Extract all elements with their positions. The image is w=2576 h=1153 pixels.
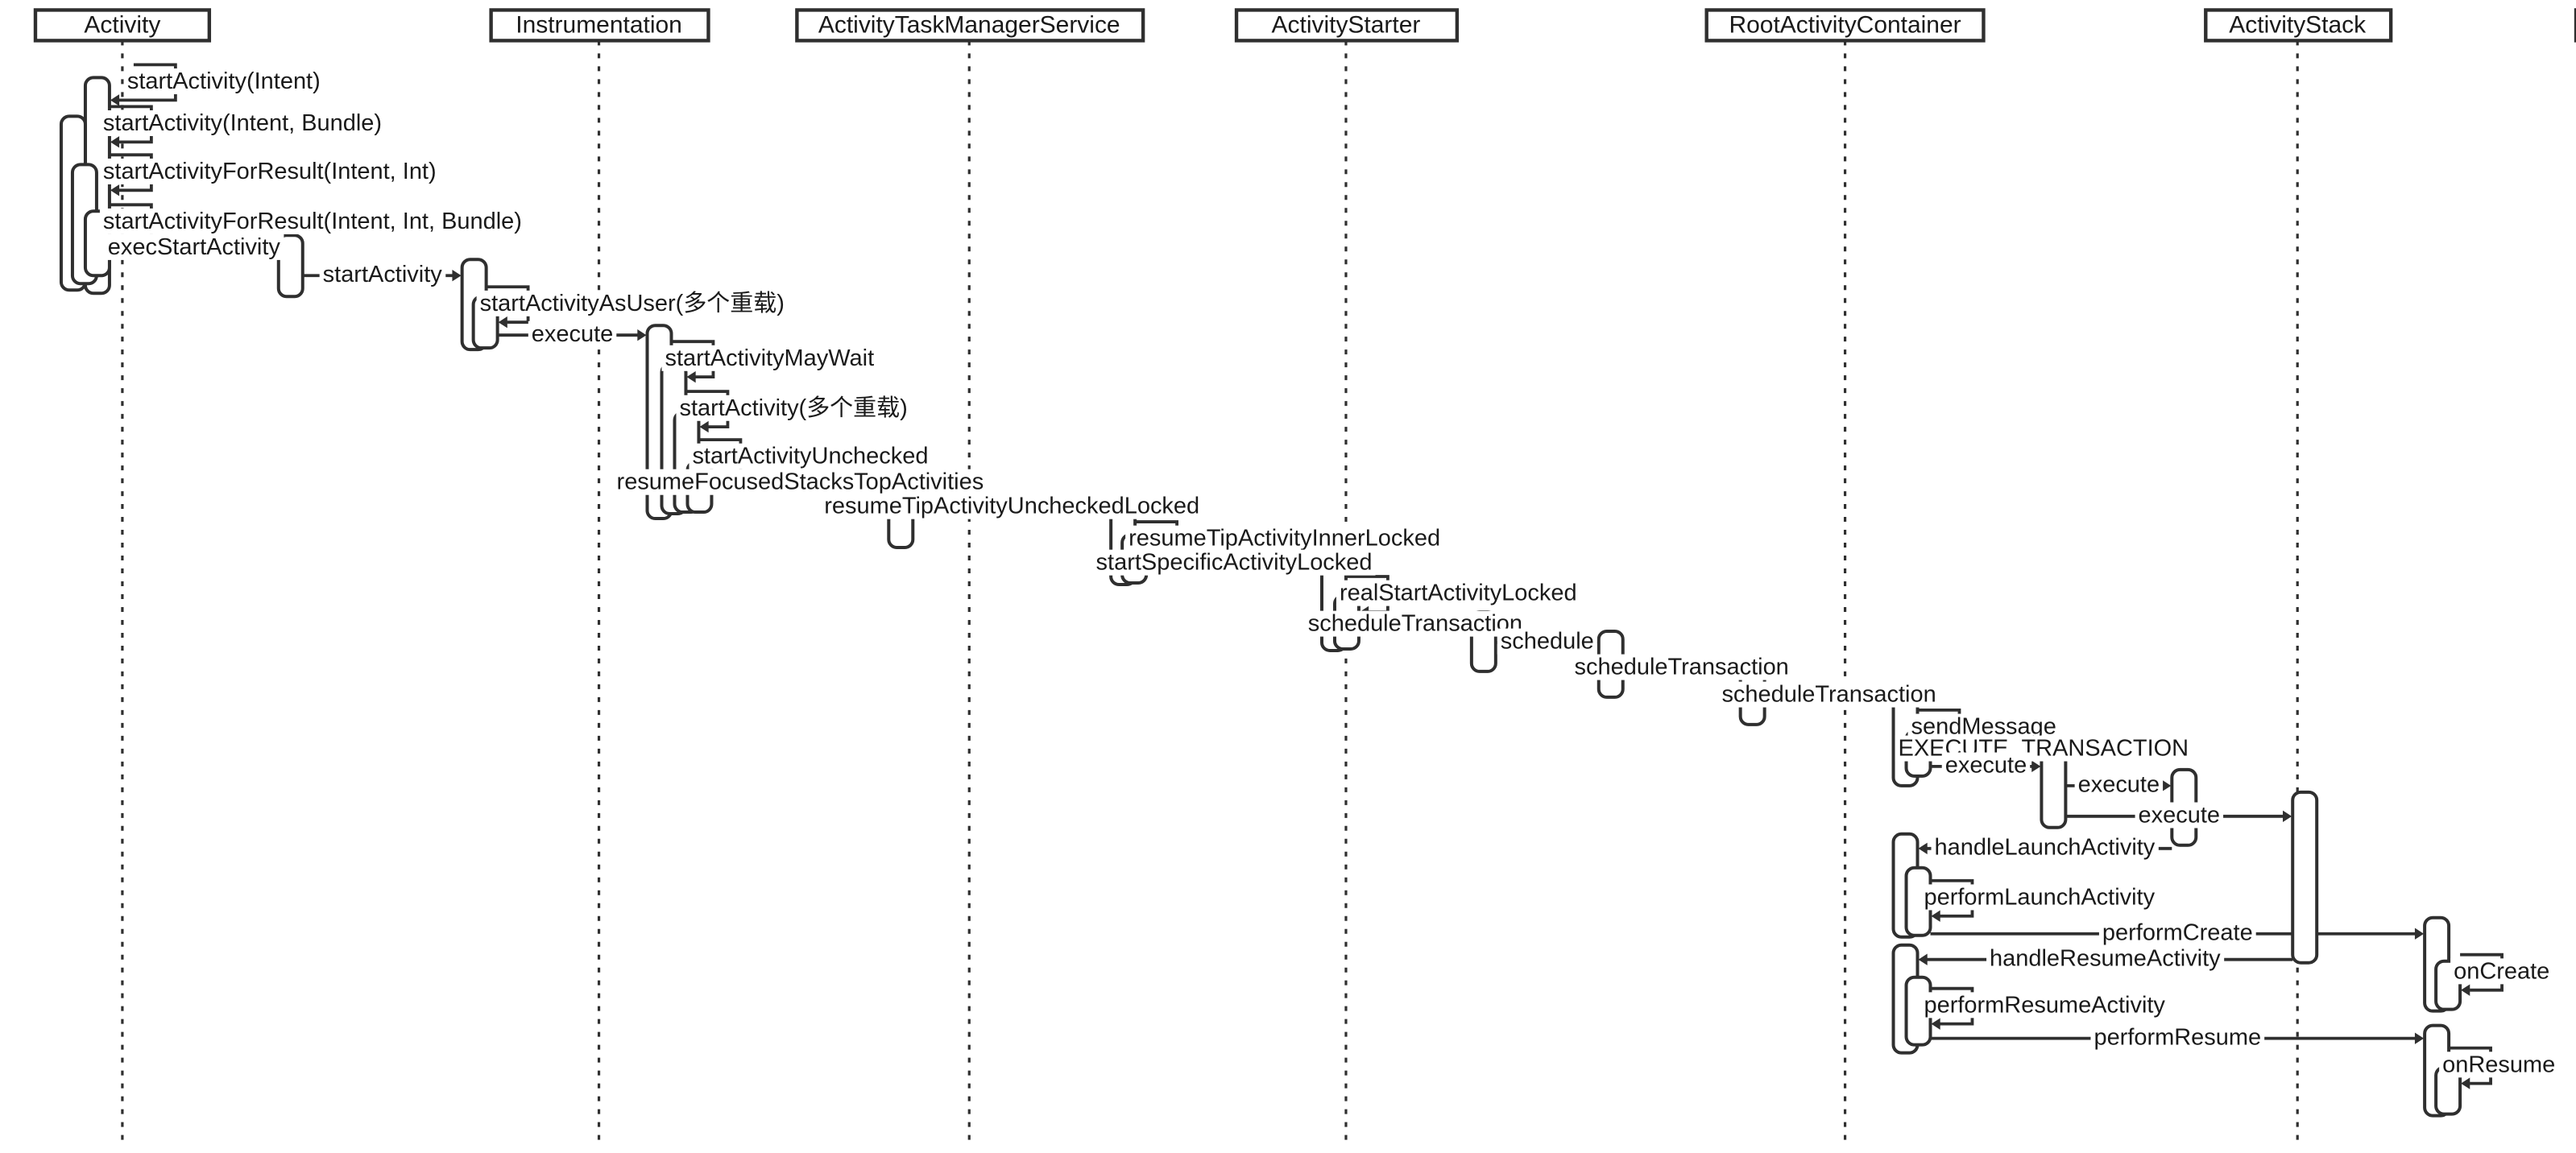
sequence-diagram-canvas: Activity Instrumentation ActivityTaskManag… bbox=[0, 0, 2576, 1153]
arrow-head bbox=[686, 370, 696, 383]
lifeline-label-activitystarter: ActivityStarter bbox=[1272, 11, 1421, 38]
message-label-m11: startActivityUnchecked bbox=[692, 444, 928, 469]
message-label-m13: resumeTipActivityUncheckedLocked bbox=[824, 494, 1199, 519]
lifeline-rootcontainer[interactable]: RootActivityContainer bbox=[1704, 8, 1986, 1147]
message-label2-m21: EXECUTE_TRANSACTION bbox=[1899, 736, 2189, 762]
message-label-m7: startActivityAsUser(多个重载) bbox=[480, 291, 785, 316]
labels-layer: startActivity(Intent) startActivity(Inten… bbox=[99, 68, 2559, 1078]
arrow-head bbox=[2162, 779, 2172, 792]
arrow-head bbox=[2414, 928, 2425, 940]
arrow-head bbox=[110, 94, 120, 106]
arrow-head bbox=[699, 420, 709, 433]
message-label-m6: startActivity bbox=[323, 262, 443, 287]
arrow-head bbox=[1918, 842, 1928, 854]
arrow-head bbox=[110, 136, 120, 148]
message-label-m24: execute bbox=[2139, 802, 2220, 828]
message-label-m27: performCreate bbox=[2102, 920, 2253, 945]
message-label-m18: schedule bbox=[1501, 629, 1594, 655]
lifeline-label-activitystack: ActivityStack bbox=[2229, 11, 2367, 38]
arrow-head bbox=[637, 329, 647, 341]
arrow-head bbox=[2414, 1032, 2425, 1044]
arrow-head bbox=[2461, 984, 2470, 996]
message-label-m16: realStartActivityLocked bbox=[1340, 581, 1577, 606]
lifeline-activitystack[interactable]: ActivityStack bbox=[2204, 8, 2393, 1147]
message-label-m29: handleResumeActivity bbox=[1990, 945, 2221, 971]
message-label-m28: onCreate bbox=[2454, 958, 2549, 984]
arrow-head bbox=[498, 316, 507, 329]
message-label-m32: onResume bbox=[2442, 1052, 2555, 1077]
message-label-m22: execute bbox=[1945, 753, 2027, 779]
activation-bar-a24[interactable] bbox=[2291, 790, 2319, 965]
message-label-m15: startSpecificActivityLocked bbox=[1096, 550, 1373, 576]
message-label-m25: handleLaunchActivity bbox=[1935, 834, 2156, 860]
message-label-m4: startActivityForResult(Intent, Int, Bund… bbox=[103, 209, 522, 234]
message-label-m20: scheduleTransaction bbox=[1721, 682, 1936, 708]
message-label-m10: startActivity(多个重载) bbox=[679, 395, 907, 421]
arrow-head bbox=[110, 184, 120, 196]
message-label-m8: execute bbox=[532, 321, 613, 347]
message-label-m1: startActivity(Intent) bbox=[127, 68, 321, 94]
lifeline-label-instrumentation: Instrumentation bbox=[516, 11, 682, 38]
message-label-m23: execute bbox=[2078, 771, 2160, 797]
message-label-m5: execStartActivity bbox=[108, 234, 281, 260]
message-label-m31: performResume bbox=[2094, 1024, 2261, 1050]
arrow-head bbox=[1918, 953, 1928, 965]
message-label-m3: startActivityForResult(Intent, Int) bbox=[103, 159, 437, 184]
arrow-head bbox=[1931, 1018, 1940, 1030]
message-label-m17: scheduleTransaction bbox=[1308, 611, 1522, 637]
lifeline-instrumentation[interactable]: Instrumentation bbox=[489, 8, 710, 1147]
message-label-m30: performResumeActivity bbox=[1924, 992, 2166, 1018]
arrow-head bbox=[2031, 760, 2041, 773]
sequence-diagram-svg: Activity Instrumentation ActivityTaskManag… bbox=[33, 8, 2576, 1147]
message-label-m2: startActivity(Intent, Bundle) bbox=[103, 110, 382, 136]
arrow-head bbox=[2283, 810, 2292, 823]
message-label-m26: performLaunchActivity bbox=[1924, 884, 2156, 910]
lifeline-label-rootcontainer: RootActivityContainer bbox=[1729, 11, 1961, 38]
arrow-head bbox=[2461, 1077, 2470, 1089]
message-label-m19: scheduleTransaction bbox=[1575, 655, 1789, 680]
message-label-m14: resumeTipActivityInnerLocked bbox=[1129, 526, 1440, 552]
message-label-m9: startActivityMayWait bbox=[665, 345, 874, 371]
message-label-m12: resumeFocusedStacksTopActivities bbox=[617, 469, 984, 495]
lifeline-atms[interactable]: ActivityTaskManagerService bbox=[795, 8, 1145, 1147]
lifeline-label-activity: Activity bbox=[84, 11, 160, 38]
arrow-head bbox=[1931, 910, 1940, 922]
lifeline-label-atms: ActivityTaskManagerService bbox=[818, 11, 1120, 38]
arrow-head bbox=[452, 270, 462, 282]
